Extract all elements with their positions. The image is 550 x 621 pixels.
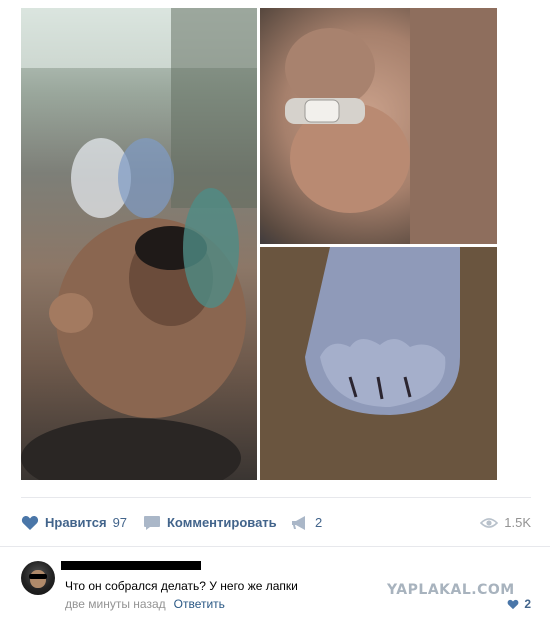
photo-fist-illustration (285, 8, 497, 244)
redacted-author-name (61, 561, 201, 570)
megaphone-icon (292, 516, 305, 530)
eye-icon (480, 518, 499, 528)
actions-divider (21, 497, 531, 498)
like-label: Нравится (45, 515, 107, 530)
comment-meta: две минуты назад Ответить (65, 597, 225, 611)
comment-label: Комментировать (167, 515, 277, 530)
photo-crowd-illustration (21, 8, 257, 480)
share-count: 2 (315, 515, 323, 530)
comment-button[interactable]: Комментировать (143, 510, 277, 536)
comment-item: Что он собрался делать? У него же лапки … (21, 561, 531, 617)
like-button[interactable]: Нравится 97 (21, 510, 127, 536)
heart-icon (507, 599, 519, 609)
avatar[interactable] (21, 561, 55, 595)
comments-divider (0, 546, 550, 547)
share-button[interactable]: 2 (291, 510, 322, 536)
comment-bubble-icon (144, 516, 160, 530)
post-photo-cat-paw[interactable] (260, 247, 497, 480)
post-photo-collage (21, 8, 497, 480)
comment-like-button[interactable]: 2 (507, 597, 531, 611)
heart-icon (21, 516, 39, 530)
views-counter: 1.5K (480, 510, 531, 536)
comment-like-count: 2 (524, 597, 531, 611)
post-photo-fist-closeup[interactable] (260, 8, 497, 244)
post-photo-crowd-man[interactable] (21, 8, 257, 480)
avatar-face (30, 570, 46, 588)
views-count: 1.5K (504, 515, 531, 530)
like-count: 97 (112, 515, 128, 530)
post-actions-bar: Нравится 97 Комментировать 2 1.5K (21, 510, 531, 536)
reply-link[interactable]: Ответить (174, 597, 225, 611)
avatar-sunglasses (29, 574, 47, 579)
watermark: YAPLAKAL.COM (387, 582, 515, 598)
comment-time[interactable]: две минуты назад (65, 597, 166, 611)
comment-text: Что он собрался делать? У него же лапки (65, 579, 298, 593)
photo-cat-paw-illustration (260, 247, 497, 480)
